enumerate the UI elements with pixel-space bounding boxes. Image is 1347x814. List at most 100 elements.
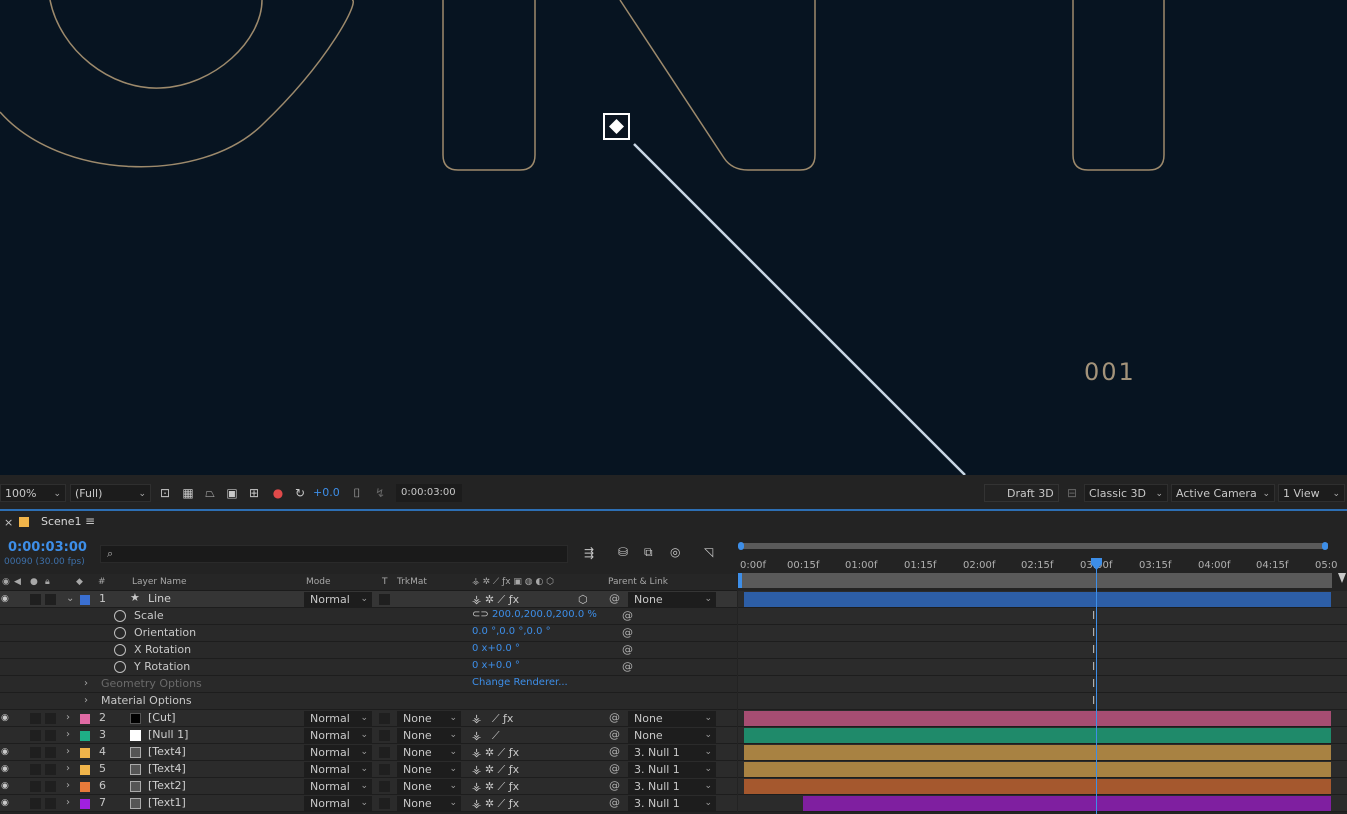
keyframe-marker-icon[interactable]: I (1092, 626, 1095, 639)
track-text4b[interactable] (738, 761, 1347, 778)
pickwhip-icon[interactable]: @ (609, 592, 620, 605)
property-value[interactable]: ⊂⊃ 200.0,200.0,200.0 % (472, 609, 597, 620)
layer-switches[interactable]: ⚶ ✲ ⟋ ƒx (472, 593, 519, 607)
exposure-reset-icon[interactable]: ↻ (292, 485, 308, 501)
timeline-track-area[interactable]: 0:00f 00:15f 01:00f 01:15f 02:00f 02:15f… (738, 540, 1347, 814)
lock-toggle[interactable] (45, 730, 56, 741)
panel-menu-icon[interactable]: ≡ (85, 514, 95, 528)
property-row-scale[interactable]: Scale ⊂⊃ 200.0,200.0,200.0 % @ (0, 608, 737, 625)
preserve-transparency-toggle[interactable] (379, 781, 390, 792)
parent-dropdown[interactable]: 3. Null 1 ⌄ (628, 779, 716, 794)
keyframe-marker-icon[interactable]: I (1092, 660, 1095, 673)
chevron-down-icon[interactable]: ⌄ (66, 593, 74, 604)
transparency-grid-icon[interactable]: ▦ (180, 485, 196, 501)
layer-switches[interactable]: ⚶ ⟋ ƒx (472, 712, 513, 726)
mode-dropdown[interactable]: Normal ⌄ (304, 728, 372, 743)
track-cut[interactable] (738, 710, 1347, 727)
trkmat-dropdown[interactable]: None ⌄ (397, 728, 461, 743)
preserve-transparency-toggle[interactable] (379, 798, 390, 809)
solo-toggle[interactable] (30, 747, 41, 758)
layer-switches[interactable]: ⚶ ✲ ⟋ ƒx (472, 780, 519, 794)
layer-name-column[interactable]: Layer Name (132, 577, 187, 587)
layer-search-input[interactable]: ⌕ (100, 545, 568, 563)
parent-dropdown[interactable]: 3. Null 1 ⌄ (628, 762, 716, 777)
composition-flowchart-icon[interactable]: ⇶ (584, 546, 594, 560)
chevron-right-icon[interactable]: › (66, 729, 70, 740)
property-value[interactable]: 0 x+0.0 ° (472, 660, 520, 671)
preserve-transparency-toggle[interactable] (379, 594, 390, 605)
label-color[interactable] (80, 799, 90, 809)
chevron-right-icon[interactable]: › (84, 695, 88, 706)
chevron-right-icon[interactable]: › (66, 712, 70, 723)
layer-bar-text1[interactable] (803, 796, 1331, 811)
exposure-value[interactable]: +0.0 (313, 484, 340, 502)
track-y-rotation[interactable]: I (738, 659, 1347, 676)
chevron-right-icon[interactable]: › (66, 746, 70, 757)
layer-name[interactable]: [Text4] (148, 762, 186, 775)
property-group-material[interactable]: › Material Options (0, 693, 737, 710)
keyframe-marker-icon[interactable]: I (1092, 643, 1095, 656)
pickwhip-icon[interactable]: @ (622, 609, 633, 622)
composition-viewer[interactable]: 001 (0, 0, 1347, 475)
property-row-y-rotation[interactable]: Y Rotation 0 x+0.0 ° @ (0, 659, 737, 676)
label-color[interactable] (80, 748, 90, 758)
eye-icon[interactable]: ◉ (1, 713, 11, 723)
lock-toggle[interactable] (45, 713, 56, 724)
parent-dropdown[interactable]: 3. Null 1 ⌄ (628, 745, 716, 760)
mode-dropdown[interactable]: Normal ⌄ (304, 711, 372, 726)
layer-bar-text2[interactable] (744, 779, 1331, 794)
label-color[interactable] (80, 765, 90, 775)
shy-layers-icon[interactable]: ⛁ (618, 545, 628, 559)
stopwatch-icon[interactable] (114, 644, 126, 656)
composition-name[interactable]: Scene1 (41, 515, 82, 528)
parent-dropdown[interactable]: None ⌄ (628, 711, 716, 726)
graph-editor-icon[interactable]: ◹ (704, 545, 713, 559)
eye-icon[interactable]: ◉ (1, 747, 11, 757)
layer-bar-text4b[interactable] (744, 762, 1331, 777)
track-scale[interactable]: I (738, 608, 1347, 625)
chevron-right-icon[interactable]: › (66, 780, 70, 791)
property-row-x-rotation[interactable]: X Rotation 0 x+0.0 ° @ (0, 642, 737, 659)
channels-icon[interactable]: ● (270, 485, 286, 501)
layer-name[interactable]: [Text4] (148, 745, 186, 758)
scale-value[interactable]: 200.0,200.0,200.0 % (492, 609, 597, 620)
lock-toggle[interactable] (45, 747, 56, 758)
parent-dropdown[interactable]: 3. Null 1 ⌄ (628, 796, 716, 811)
layer-bar-null[interactable] (744, 728, 1331, 743)
layer-row-line[interactable]: ◉ ⌄ 1 ★ Line Normal ⌄ ⚶ ✲ ⟋ ƒx ⬡ @ None ⌄ (0, 591, 737, 608)
mode-dropdown[interactable]: Normal ⌄ (304, 779, 372, 794)
frame-blending-icon[interactable]: ⧉ (644, 545, 653, 560)
motion-blur-icon[interactable]: ◎ (670, 545, 680, 559)
track-geometry[interactable]: I (738, 676, 1347, 693)
show-snapshot-icon[interactable]: ↯ (372, 485, 388, 501)
track-text2[interactable] (738, 778, 1347, 795)
stopwatch-icon[interactable] (114, 627, 126, 639)
track-orientation[interactable]: I (738, 625, 1347, 642)
comp-end-marker-icon[interactable] (1338, 573, 1346, 583)
layer-bar-cut[interactable] (744, 711, 1331, 726)
layer-name[interactable]: Line (148, 592, 171, 605)
mode-dropdown[interactable]: Normal ⌄ (304, 796, 372, 811)
layer-row-null[interactable]: › 3 [Null 1] Normal ⌄ None ⌄ ⚶ ⟋ @ None ⌄ (0, 727, 737, 744)
label-color[interactable] (80, 731, 90, 741)
layer-switches[interactable]: ⚶ ⟋ (472, 729, 500, 743)
trkmat-dropdown[interactable]: None ⌄ (397, 711, 461, 726)
eye-icon[interactable]: ◉ (1, 764, 11, 774)
label-color[interactable] (80, 782, 90, 792)
layer-row-text2[interactable]: ◉ › 6 [Text2] Normal ⌄ None ⌄ ⚶ ✲ ⟋ ƒx @ 3… (0, 778, 737, 795)
track-x-rotation[interactable]: I (738, 642, 1347, 659)
label-color[interactable] (80, 714, 90, 724)
parent-dropdown[interactable]: None ⌄ (628, 592, 716, 607)
trkmat-dropdown[interactable]: None ⌄ (397, 762, 461, 777)
solo-icon[interactable]: ● (30, 577, 38, 587)
keyframe-marker-icon[interactable]: I (1092, 609, 1095, 622)
layer-switches[interactable]: ⚶ ✲ ⟋ ƒx (472, 746, 519, 760)
solo-toggle[interactable] (30, 730, 41, 741)
track-material[interactable]: I (738, 693, 1347, 710)
property-value[interactable]: 0 x+0.0 ° (472, 643, 520, 654)
track-text1[interactable] (738, 795, 1347, 812)
layer-bar-text4a[interactable] (744, 745, 1331, 760)
layer-switches[interactable]: ⚶ ✲ ⟋ ƒx (472, 797, 519, 811)
layer-row-cut[interactable]: ◉ › 2 [Cut] Normal ⌄ None ⌄ ⚶ ⟋ ƒx @ None ⌄ (0, 710, 737, 727)
lock-toggle[interactable] (45, 594, 56, 605)
